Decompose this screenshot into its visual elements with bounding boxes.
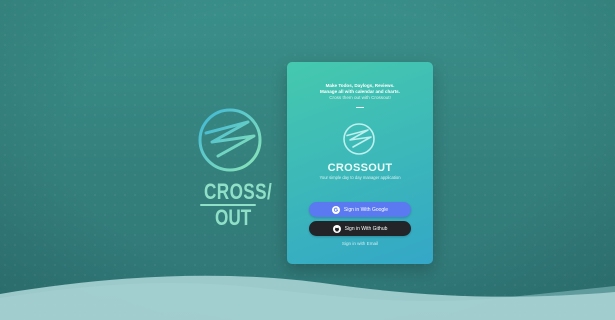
bottom-wave bbox=[0, 275, 615, 320]
sign-in-email-link[interactable]: Sign in with Email bbox=[287, 241, 433, 246]
intro-divider bbox=[356, 107, 364, 108]
github-icon bbox=[332, 224, 341, 233]
crossout-logo-icon bbox=[343, 123, 375, 155]
brand-block: CROSS/ OUT bbox=[196, 106, 272, 230]
sign-in-google-label: Sign in With Google bbox=[343, 206, 389, 213]
sign-in-github-button[interactable]: Sign in With Github bbox=[309, 221, 411, 236]
app-tagline: Your simple day to day manager applicati… bbox=[319, 175, 401, 180]
intro-line-3: Cross them out with Crossout! bbox=[329, 95, 391, 100]
login-page: CROSS/ OUT Make Todos, Daylogs, Reviews.… bbox=[0, 0, 615, 320]
brand-wordmark-bottom: OUT bbox=[215, 205, 252, 230]
login-card: Make Todos, Daylogs, Reviews. Manage all… bbox=[287, 62, 433, 264]
app-title: CROSSOUT bbox=[327, 162, 393, 174]
sign-in-github-label: Sign in With Github bbox=[344, 225, 388, 232]
google-icon bbox=[331, 205, 340, 214]
brand-wordmark-top: CROSS/ bbox=[204, 179, 273, 204]
sign-in-google-button[interactable]: Sign in With Google bbox=[309, 202, 411, 217]
crossout-logo-icon bbox=[198, 108, 262, 172]
